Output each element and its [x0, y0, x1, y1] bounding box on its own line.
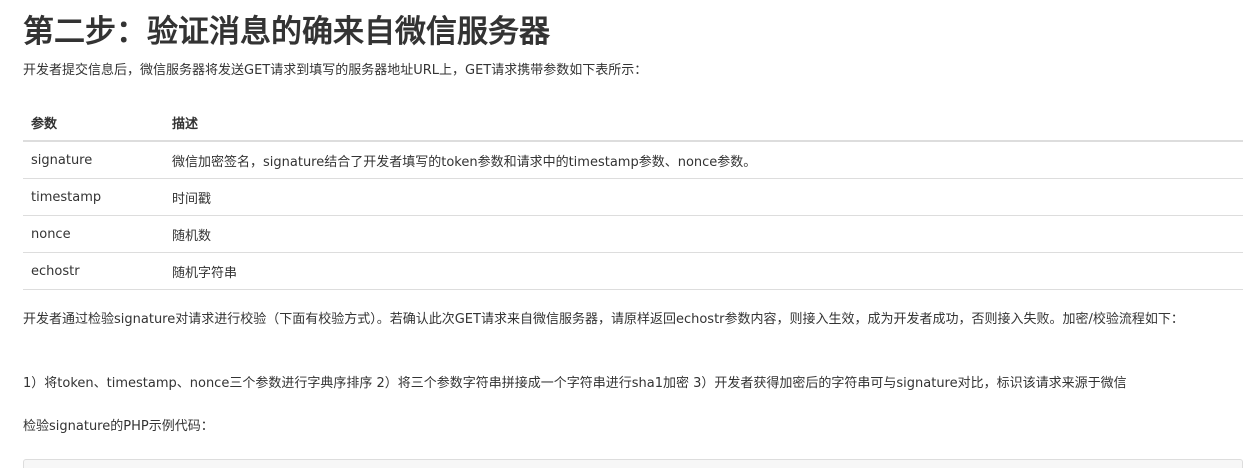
param-name-cell: echostr [23, 252, 164, 290]
intro-text: 开发者提交信息后，微信服务器将发送GET请求到填写的服务器地址URL上，GET请… [23, 63, 648, 78]
column-header-desc: 描述 [164, 105, 1243, 142]
verification-paragraph: 开发者通过检验signature对请求进行校验（下面有校验方式）。若确认此次GE… [23, 312, 1184, 327]
code-block[interactable] [23, 459, 1243, 468]
param-name-cell: timestamp [23, 178, 164, 216]
parameters-table: 参数 描述 signature 微信加密签名，signature结合了开发者填写… [23, 105, 1243, 290]
table-row: signature 微信加密签名，signature结合了开发者填写的token… [23, 141, 1243, 179]
param-desc-cell: 微信加密签名，signature结合了开发者填写的token参数和请求中的tim… [164, 141, 1243, 179]
param-name-cell: signature [23, 141, 164, 179]
php-example-label: 检验signature的PHP示例代码： [23, 419, 214, 434]
table-header-row: 参数 描述 [23, 105, 1243, 142]
param-name-cell: nonce [23, 215, 164, 253]
table-row: echostr 随机字符串 [23, 252, 1243, 290]
param-desc-cell: 随机字符串 [164, 252, 1243, 290]
table-row: timestamp 时间戳 [23, 178, 1243, 216]
process-steps-paragraph: 1）将token、timestamp、nonce三个参数进行字典序排序 2）将三… [23, 376, 1127, 391]
table-row: nonce 随机数 [23, 215, 1243, 253]
param-desc-cell: 随机数 [164, 215, 1243, 253]
page-title: 第二步：验证消息的确来自微信服务器 [23, 14, 550, 50]
param-desc-cell: 时间戳 [164, 178, 1243, 216]
column-header-param: 参数 [23, 105, 164, 142]
